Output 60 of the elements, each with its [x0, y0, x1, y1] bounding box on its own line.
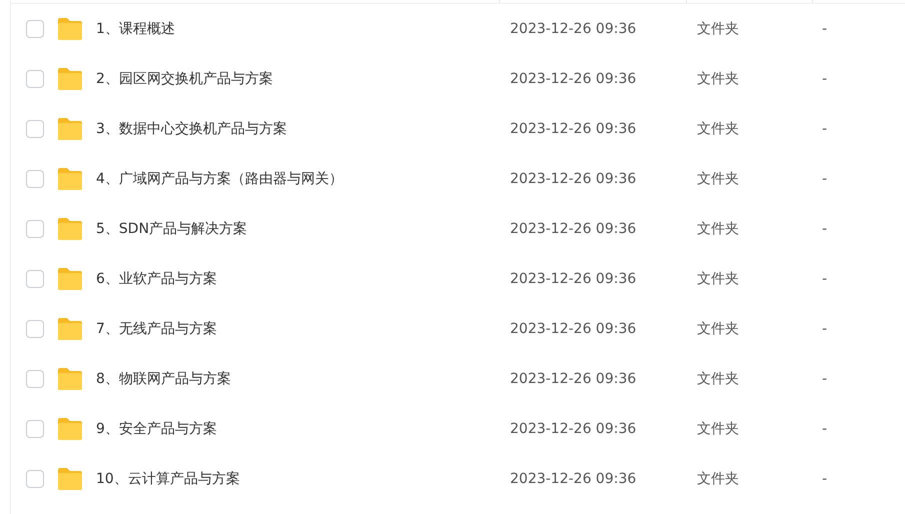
file-size: - [822, 271, 828, 287]
file-type: 文件夹 [697, 221, 739, 237]
checkbox[interactable] [26, 270, 44, 288]
file-type: 文件夹 [697, 371, 739, 387]
file-type: 文件夹 [697, 421, 739, 437]
modified-time: 2023-12-26 09:36 [510, 321, 636, 337]
folder-icon [57, 167, 83, 191]
folder-icon [57, 267, 83, 291]
file-size: - [822, 471, 828, 487]
folder-icon [57, 117, 83, 141]
folder-icon [57, 67, 83, 91]
file-size: - [822, 171, 828, 187]
file-name[interactable]: 9、安全产品与方案 [96, 420, 217, 438]
checkbox[interactable] [26, 70, 44, 88]
folder-icon [57, 217, 83, 241]
file-name[interactable]: 5、SDN产品与解决方案 [96, 220, 248, 238]
file-name[interactable]: 8、物联网产品与方案 [96, 370, 231, 388]
checkbox[interactable] [26, 120, 44, 138]
modified-time: 2023-12-26 09:36 [510, 221, 636, 237]
file-type: 文件夹 [697, 71, 739, 87]
folder-icon [57, 317, 83, 341]
modified-time: 2023-12-26 09:36 [510, 421, 636, 437]
file-size: - [822, 21, 828, 37]
file-type: 文件夹 [697, 21, 739, 37]
file-size: - [822, 371, 828, 387]
modified-time: 2023-12-26 09:36 [510, 271, 636, 287]
file-size: - [822, 421, 828, 437]
checkbox[interactable] [26, 470, 44, 488]
file-size: - [822, 121, 828, 137]
folder-icon [57, 417, 83, 441]
checkbox[interactable] [26, 170, 44, 188]
file-name[interactable]: 2、园区网交换机产品与方案 [96, 70, 273, 88]
checkbox[interactable] [26, 20, 44, 38]
file-size: - [822, 321, 828, 337]
folder-icon [57, 467, 83, 491]
file-type: 文件夹 [697, 271, 739, 287]
checkbox[interactable] [26, 370, 44, 388]
checkbox[interactable] [26, 220, 44, 238]
modified-time: 2023-12-26 09:36 [510, 371, 636, 387]
file-name[interactable]: 10、云计算产品与方案 [96, 470, 240, 488]
file-size: - [822, 221, 828, 237]
modified-time: 2023-12-26 09:36 [510, 471, 636, 487]
file-name[interactable]: 7、无线产品与方案 [96, 320, 217, 338]
folder-icon [57, 17, 83, 41]
file-type: 文件夹 [697, 471, 739, 487]
folder-icon [57, 367, 83, 391]
checkbox[interactable] [26, 420, 44, 438]
file-name[interactable]: 6、业软产品与方案 [96, 270, 217, 288]
file-type: 文件夹 [697, 321, 739, 337]
modified-time: 2023-12-26 09:36 [510, 171, 636, 187]
file-type: 文件夹 [697, 121, 739, 137]
file-name[interactable]: 4、广域网产品与方案（路由器与网关） [96, 170, 343, 188]
file-name[interactable]: 1、课程概述 [96, 20, 175, 38]
checkbox[interactable] [26, 320, 44, 338]
file-size: - [822, 71, 828, 87]
modified-time: 2023-12-26 09:36 [510, 21, 636, 37]
file-type: 文件夹 [697, 171, 739, 187]
modified-time: 2023-12-26 09:36 [510, 121, 636, 137]
file-name[interactable]: 3、数据中心交换机产品与方案 [96, 120, 287, 138]
modified-time: 2023-12-26 09:36 [510, 71, 636, 87]
